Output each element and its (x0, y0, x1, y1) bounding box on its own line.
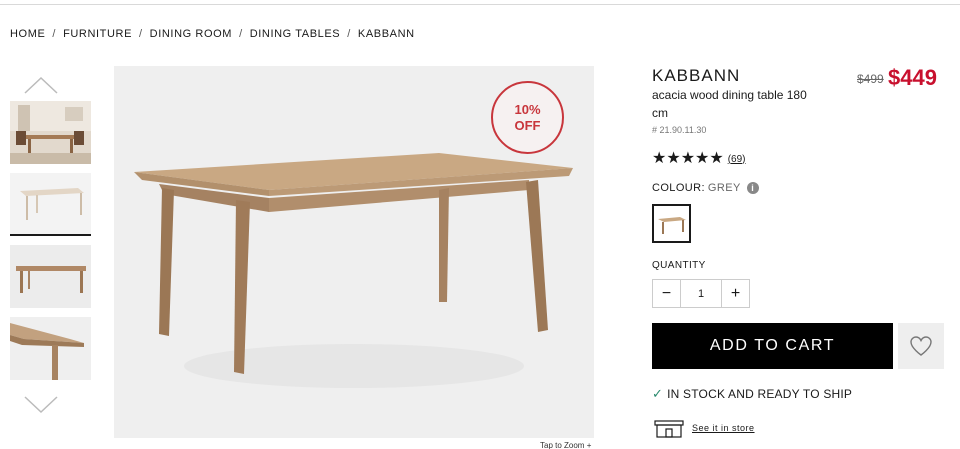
quantity-stepper: − 1 + (652, 279, 750, 308)
discount-percent: 10% (514, 101, 541, 117)
breadcrumb-separator: / (139, 28, 143, 40)
product-sku: # 21.90.11.30 (652, 125, 707, 135)
store-icon (654, 420, 684, 438)
discount-badge: 10% OFF (491, 81, 564, 154)
breadcrumb-separator: / (239, 28, 243, 40)
review-count-link[interactable]: (69) (728, 154, 746, 165)
info-icon[interactable]: i (746, 182, 759, 194)
stock-status: ✓ IN STOCK AND READY TO SHIP (652, 386, 852, 402)
colour-label: COLOUR: (652, 182, 705, 194)
thumbnail-detail-view[interactable] (10, 317, 91, 380)
product-subtitle: acacia wood dining table 180 cm (652, 88, 807, 120)
breadcrumb-home[interactable]: HOME (10, 28, 45, 40)
quantity-label: QUANTITY (652, 260, 706, 271)
stock-status-text: IN STOCK AND READY TO SHIP (667, 387, 853, 401)
see-in-store[interactable]: See it in store (654, 418, 755, 438)
product-rating: ★★★★★ (69) (652, 151, 746, 167)
add-to-cart-button[interactable]: ADD TO CART (652, 323, 893, 369)
breadcrumb-separator: / (52, 28, 57, 40)
breadcrumb-dining-tables[interactable]: DINING TABLES (250, 28, 341, 40)
discount-off-label: OFF (514, 117, 541, 133)
colour-swatch-grey[interactable] (652, 204, 691, 243)
breadcrumb-separator: / (347, 28, 351, 40)
colour-value: GREY (707, 182, 741, 194)
wishlist-heart-icon[interactable] (898, 323, 944, 369)
thumbnail-front-view[interactable] (10, 173, 91, 236)
tap-to-zoom-label[interactable]: Tap to Zoom + (540, 441, 591, 449)
breadcrumb-furniture[interactable]: FURNITURE (63, 28, 132, 40)
quantity-increase-button[interactable]: + (721, 279, 750, 308)
quantity-decrease-button[interactable]: − (652, 279, 681, 308)
star-rating-icon: ★★★★★ (652, 150, 724, 167)
thumbnail-side-view[interactable] (10, 245, 91, 308)
sale-price: $449 (888, 65, 937, 90)
top-divider (0, 4, 960, 5)
colour-row: COLOUR: GREY i (652, 182, 759, 194)
original-price: $499 (857, 72, 884, 86)
check-icon: ✓ (652, 386, 664, 401)
thumbnail-down-arrow-icon[interactable] (24, 396, 58, 414)
product-title: KABBANN (652, 66, 741, 85)
thumbnail-up-arrow-icon[interactable] (24, 76, 58, 94)
breadcrumb: HOME / FURNITURE / DINING ROOM / DINING … (10, 28, 415, 40)
quantity-input[interactable]: 1 (681, 279, 721, 308)
breadcrumb-current: KABBANN (357, 28, 415, 40)
thumbnail-lifestyle[interactable] (10, 101, 91, 164)
breadcrumb-dining-room[interactable]: DINING ROOM (150, 28, 232, 40)
see-in-store-link[interactable]: See it in store (692, 423, 755, 433)
